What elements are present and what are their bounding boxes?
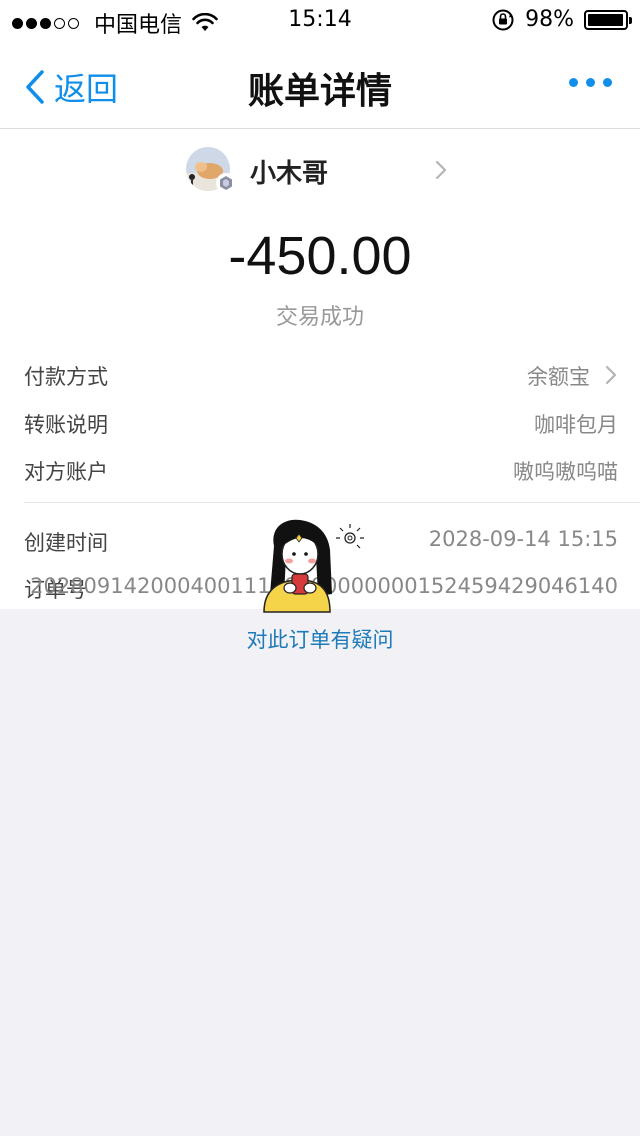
counterparty-account-value: 嗷呜嗷呜喵 xyxy=(513,460,618,484)
transfer-note-value: 咖啡包月 xyxy=(534,413,618,437)
battery-icon xyxy=(584,9,632,30)
chevron-right-icon xyxy=(435,160,447,180)
status-bar: 中国电信 15:14 98% xyxy=(0,0,640,40)
counterparty-account-label: 对方账户 xyxy=(24,460,108,484)
verified-badge-icon xyxy=(216,173,236,193)
chevron-right-icon xyxy=(605,365,617,385)
back-label: 返回 xyxy=(54,70,119,108)
divider xyxy=(24,502,640,503)
counterparty-account-row: 对方账户 嗷呜嗷呜喵 xyxy=(24,456,618,496)
bill-detail-card: 小木哥 -450.00 交易成功 付款方式 余额宝 转账说明 咖啡包月 对方账户… xyxy=(0,129,640,609)
order-number-value: 2028091420004001110000000000015245942904… xyxy=(30,574,618,598)
rotation-lock-icon xyxy=(492,9,514,30)
order-question-link[interactable]: 对此订单有疑问 xyxy=(0,624,640,654)
created-time-label: 创建时间 xyxy=(24,531,108,555)
transaction-amount: -450.00 xyxy=(228,226,412,286)
transaction-status: 交易成功 xyxy=(275,305,364,330)
more-dot xyxy=(603,78,612,87)
created-time-value: 2028-09-14 15:15 xyxy=(428,527,618,551)
more-dot xyxy=(569,78,578,87)
chevron-left-icon xyxy=(26,70,44,104)
battery-percent: 98% xyxy=(525,7,574,32)
payee-row[interactable]: 小木哥 xyxy=(0,147,640,197)
order-number-row: 订单号 202809142000400111000000000001524594… xyxy=(24,574,618,614)
payment-method-label: 付款方式 xyxy=(24,365,108,389)
more-dot xyxy=(586,78,595,87)
back-button[interactable]: 返回 xyxy=(24,64,118,110)
created-time-row: 创建时间 2028-09-14 15:15 xyxy=(24,527,618,567)
battery-level xyxy=(588,13,623,26)
payment-method-row[interactable]: 付款方式 余额宝 xyxy=(24,361,618,401)
payee-name: 小木哥 xyxy=(250,159,329,189)
status-right: 98% xyxy=(491,7,632,32)
payment-method-value: 余额宝 xyxy=(527,365,590,389)
navigation-bar: 返回 账单详情 xyxy=(0,40,640,129)
transfer-note-label: 转账说明 xyxy=(24,413,108,437)
more-options-button[interactable] xyxy=(561,78,612,87)
transfer-note-row: 转账说明 咖啡包月 xyxy=(24,409,618,449)
